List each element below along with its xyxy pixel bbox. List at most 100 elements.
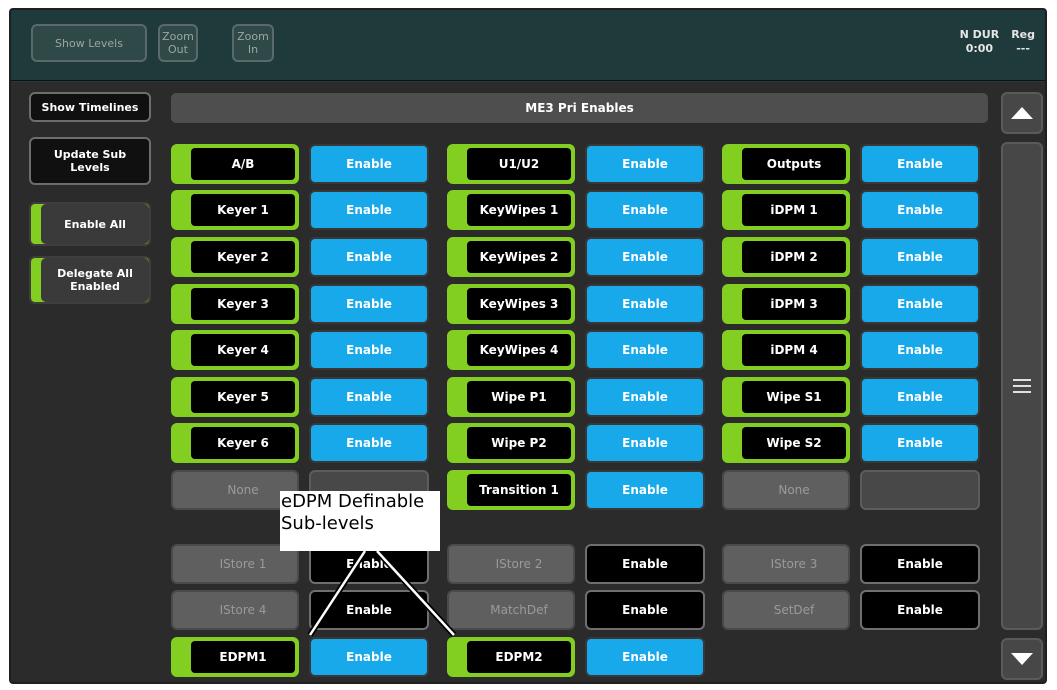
zoom-out-button[interactable]: Zoom Out — [158, 24, 198, 62]
enable-all-button[interactable]: Enable All — [29, 202, 151, 246]
enable-button[interactable]: Enable — [585, 470, 705, 510]
zoom-out-label-line1: Zoom — [162, 30, 194, 43]
enable-button[interactable]: Enable — [860, 237, 980, 277]
enable-button[interactable]: Enable — [585, 190, 705, 230]
level-label: MatchDef — [467, 594, 571, 626]
enable-button[interactable]: Enable — [309, 590, 429, 630]
enable-button[interactable]: Enable — [585, 544, 705, 584]
level-button[interactable]: Keyer 4 — [171, 330, 299, 370]
level-label: KeyWipes 1 — [467, 194, 571, 226]
level-button[interactable]: A/B — [171, 144, 299, 184]
enable-all-label: Enable All — [41, 204, 149, 244]
zoom-out-label-line2: Out — [168, 43, 188, 56]
enable-button[interactable]: Enable — [309, 377, 429, 417]
level-label: EDPM2 — [467, 641, 571, 673]
scroll-down-button[interactable] — [1001, 638, 1043, 680]
delegate-all-enabled-text: Delegate All Enabled — [41, 258, 149, 302]
enable-button[interactable]: Enable — [860, 284, 980, 324]
enable-button[interactable]: Enable — [860, 590, 980, 630]
level-button[interactable]: Wipe P2 — [447, 423, 575, 463]
level-label: Outputs — [742, 148, 846, 180]
level-button[interactable]: iDPM 2 — [722, 237, 850, 277]
level-button[interactable]: IStore 3 — [722, 544, 850, 584]
level-label: Keyer 2 — [191, 241, 295, 273]
enable-button[interactable]: Enable — [309, 330, 429, 370]
enable-button[interactable]: Enable — [860, 144, 980, 184]
level-button[interactable]: MatchDef — [447, 590, 575, 630]
enable-button[interactable]: Enable — [585, 637, 705, 677]
level-label: Wipe S2 — [742, 427, 846, 459]
level-button[interactable]: EDPM1 — [171, 637, 299, 677]
enable-button[interactable]: Enable — [309, 144, 429, 184]
level-button[interactable]: Keyer 1 — [171, 190, 299, 230]
enable-button[interactable]: Enable — [585, 237, 705, 277]
callout-line1: eDPM Definable — [281, 491, 425, 512]
enable-button[interactable]: Enable — [860, 330, 980, 370]
level-button[interactable]: Outputs — [722, 144, 850, 184]
update-sub-levels-button[interactable]: Update Sub Levels — [29, 137, 151, 185]
level-label: Wipe S1 — [742, 381, 846, 413]
level-label: Keyer 1 — [191, 194, 295, 226]
level-label: IStore 2 — [467, 548, 571, 580]
callout-annotation: eDPM Definable Sub-levels — [280, 491, 440, 551]
level-button[interactable]: EDPM2 — [447, 637, 575, 677]
reg-value: --- — [1016, 42, 1030, 55]
callout-line2: Sub-levels — [281, 513, 374, 534]
level-button[interactable]: Keyer 2 — [171, 237, 299, 277]
show-timelines-button[interactable]: Show Timelines — [29, 92, 151, 122]
hamburger-icon — [1013, 379, 1031, 393]
enable-button[interactable]: Enable — [585, 590, 705, 630]
enable-button[interactable]: Enable — [585, 284, 705, 324]
level-button[interactable]: IStore 4 — [171, 590, 299, 630]
level-button[interactable]: None — [722, 470, 850, 510]
enable-button[interactable]: Enable — [309, 237, 429, 277]
level-button[interactable]: U1/U2 — [447, 144, 575, 184]
level-label: Wipe P2 — [467, 427, 571, 459]
enable-button[interactable]: Enable — [585, 423, 705, 463]
delegate-all-enabled-button[interactable]: Delegate All Enabled — [29, 256, 151, 304]
level-button[interactable]: Wipe S2 — [722, 423, 850, 463]
enable-button[interactable]: Enable — [585, 144, 705, 184]
level-button[interactable]: iDPM 4 — [722, 330, 850, 370]
enable-button[interactable]: Enable — [860, 190, 980, 230]
level-label: iDPM 3 — [742, 288, 846, 320]
level-button[interactable]: Wipe P1 — [447, 377, 575, 417]
level-button[interactable]: KeyWipes 4 — [447, 330, 575, 370]
level-button[interactable]: Keyer 6 — [171, 423, 299, 463]
level-button[interactable]: KeyWipes 3 — [447, 284, 575, 324]
panel-title: ME3 Pri Enables — [171, 93, 988, 123]
enable-button[interactable]: Enable — [309, 637, 429, 677]
triangle-down-icon — [1011, 653, 1033, 665]
zoom-in-button[interactable]: Zoom In — [232, 24, 274, 62]
top-toolbar: Show Levels Zoom Out Zoom In N DUR 0:00 … — [11, 10, 1045, 81]
ndur-value: 0:00 — [965, 42, 994, 55]
level-button[interactable]: IStore 2 — [447, 544, 575, 584]
zoom-in-label-line1: Zoom — [237, 30, 269, 43]
level-button[interactable]: Transition 1 — [447, 470, 575, 510]
enable-button[interactable] — [860, 470, 980, 510]
level-button[interactable]: iDPM 1 — [722, 190, 850, 230]
enable-button[interactable]: Enable — [309, 284, 429, 324]
scroll-up-button[interactable] — [1001, 92, 1043, 134]
level-button[interactable]: SetDef — [722, 590, 850, 630]
enable-button[interactable]: Enable — [585, 330, 705, 370]
enable-button[interactable]: Enable — [585, 377, 705, 417]
level-label: U1/U2 — [467, 148, 571, 180]
level-button[interactable]: iDPM 3 — [722, 284, 850, 324]
show-levels-button[interactable]: Show Levels — [31, 24, 147, 62]
level-button[interactable]: KeyWipes 1 — [447, 190, 575, 230]
app-window: Show Levels Zoom Out Zoom In N DUR 0:00 … — [9, 8, 1047, 684]
level-label: KeyWipes 4 — [467, 334, 571, 366]
enable-button[interactable]: Enable — [860, 377, 980, 417]
level-button[interactable]: Wipe S1 — [722, 377, 850, 417]
level-button[interactable]: KeyWipes 2 — [447, 237, 575, 277]
scroll-thumb[interactable] — [1001, 142, 1043, 630]
level-button[interactable]: Keyer 5 — [171, 377, 299, 417]
level-button[interactable]: Keyer 3 — [171, 284, 299, 324]
enable-button[interactable]: Enable — [309, 190, 429, 230]
scrollbar[interactable] — [1001, 92, 1043, 680]
enable-button[interactable]: Enable — [309, 423, 429, 463]
enable-button[interactable]: Enable — [860, 544, 980, 584]
level-label: Keyer 4 — [191, 334, 295, 366]
enable-button[interactable]: Enable — [860, 423, 980, 463]
